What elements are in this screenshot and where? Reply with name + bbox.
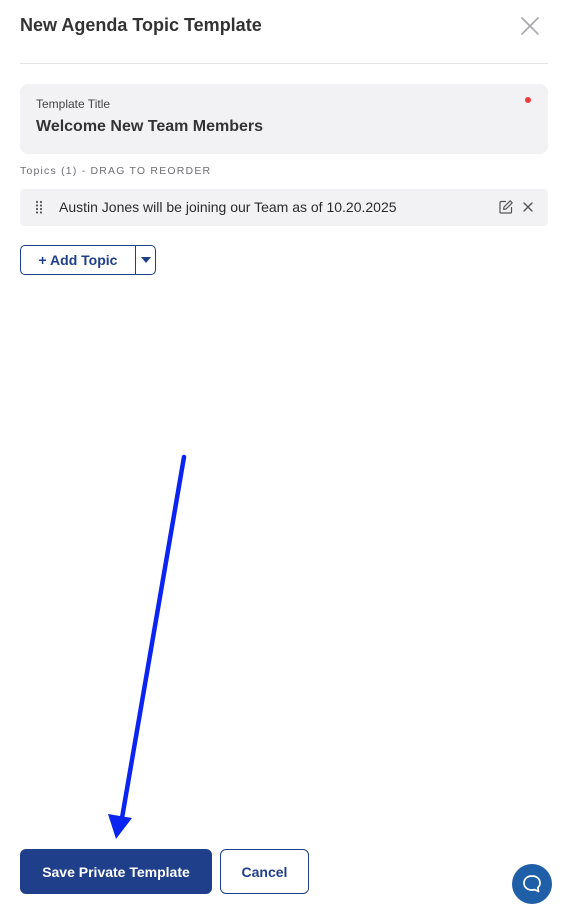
topic-row[interactable]: Austin Jones will be joining our Team as…	[20, 189, 548, 226]
drag-handle-icon[interactable]	[34, 200, 44, 214]
template-title-label: Template Title	[36, 97, 111, 111]
topics-header: Topics (1) - DRAG TO REORDER	[20, 165, 212, 177]
close-icon	[521, 17, 539, 35]
chat-bubble-icon	[523, 875, 541, 893]
add-topic-split-button: + Add Topic	[20, 245, 156, 275]
template-dialog: New Agenda Topic Template Template Title…	[0, 0, 566, 919]
add-topic-button[interactable]: + Add Topic	[21, 246, 135, 274]
caret-down-icon	[140, 257, 151, 263]
remove-topic-icon[interactable]	[521, 200, 535, 214]
close-button[interactable]	[518, 14, 542, 38]
template-title-field[interactable]: Template Title Welcome New Team Members	[20, 84, 548, 154]
dialog-title: New Agenda Topic Template	[20, 15, 262, 35]
add-topic-dropdown-button[interactable]	[136, 246, 155, 274]
header-divider	[20, 63, 548, 64]
save-private-template-button[interactable]: Save Private Template	[20, 849, 212, 894]
cancel-button[interactable]: Cancel	[220, 849, 309, 894]
help-chat-button[interactable]	[512, 864, 552, 904]
topic-text: Austin Jones will be joining our Team as…	[59, 199, 397, 215]
template-title-input[interactable]: Welcome New Team Members	[36, 118, 263, 136]
edit-icon[interactable]	[498, 199, 514, 215]
required-indicator	[525, 97, 531, 103]
